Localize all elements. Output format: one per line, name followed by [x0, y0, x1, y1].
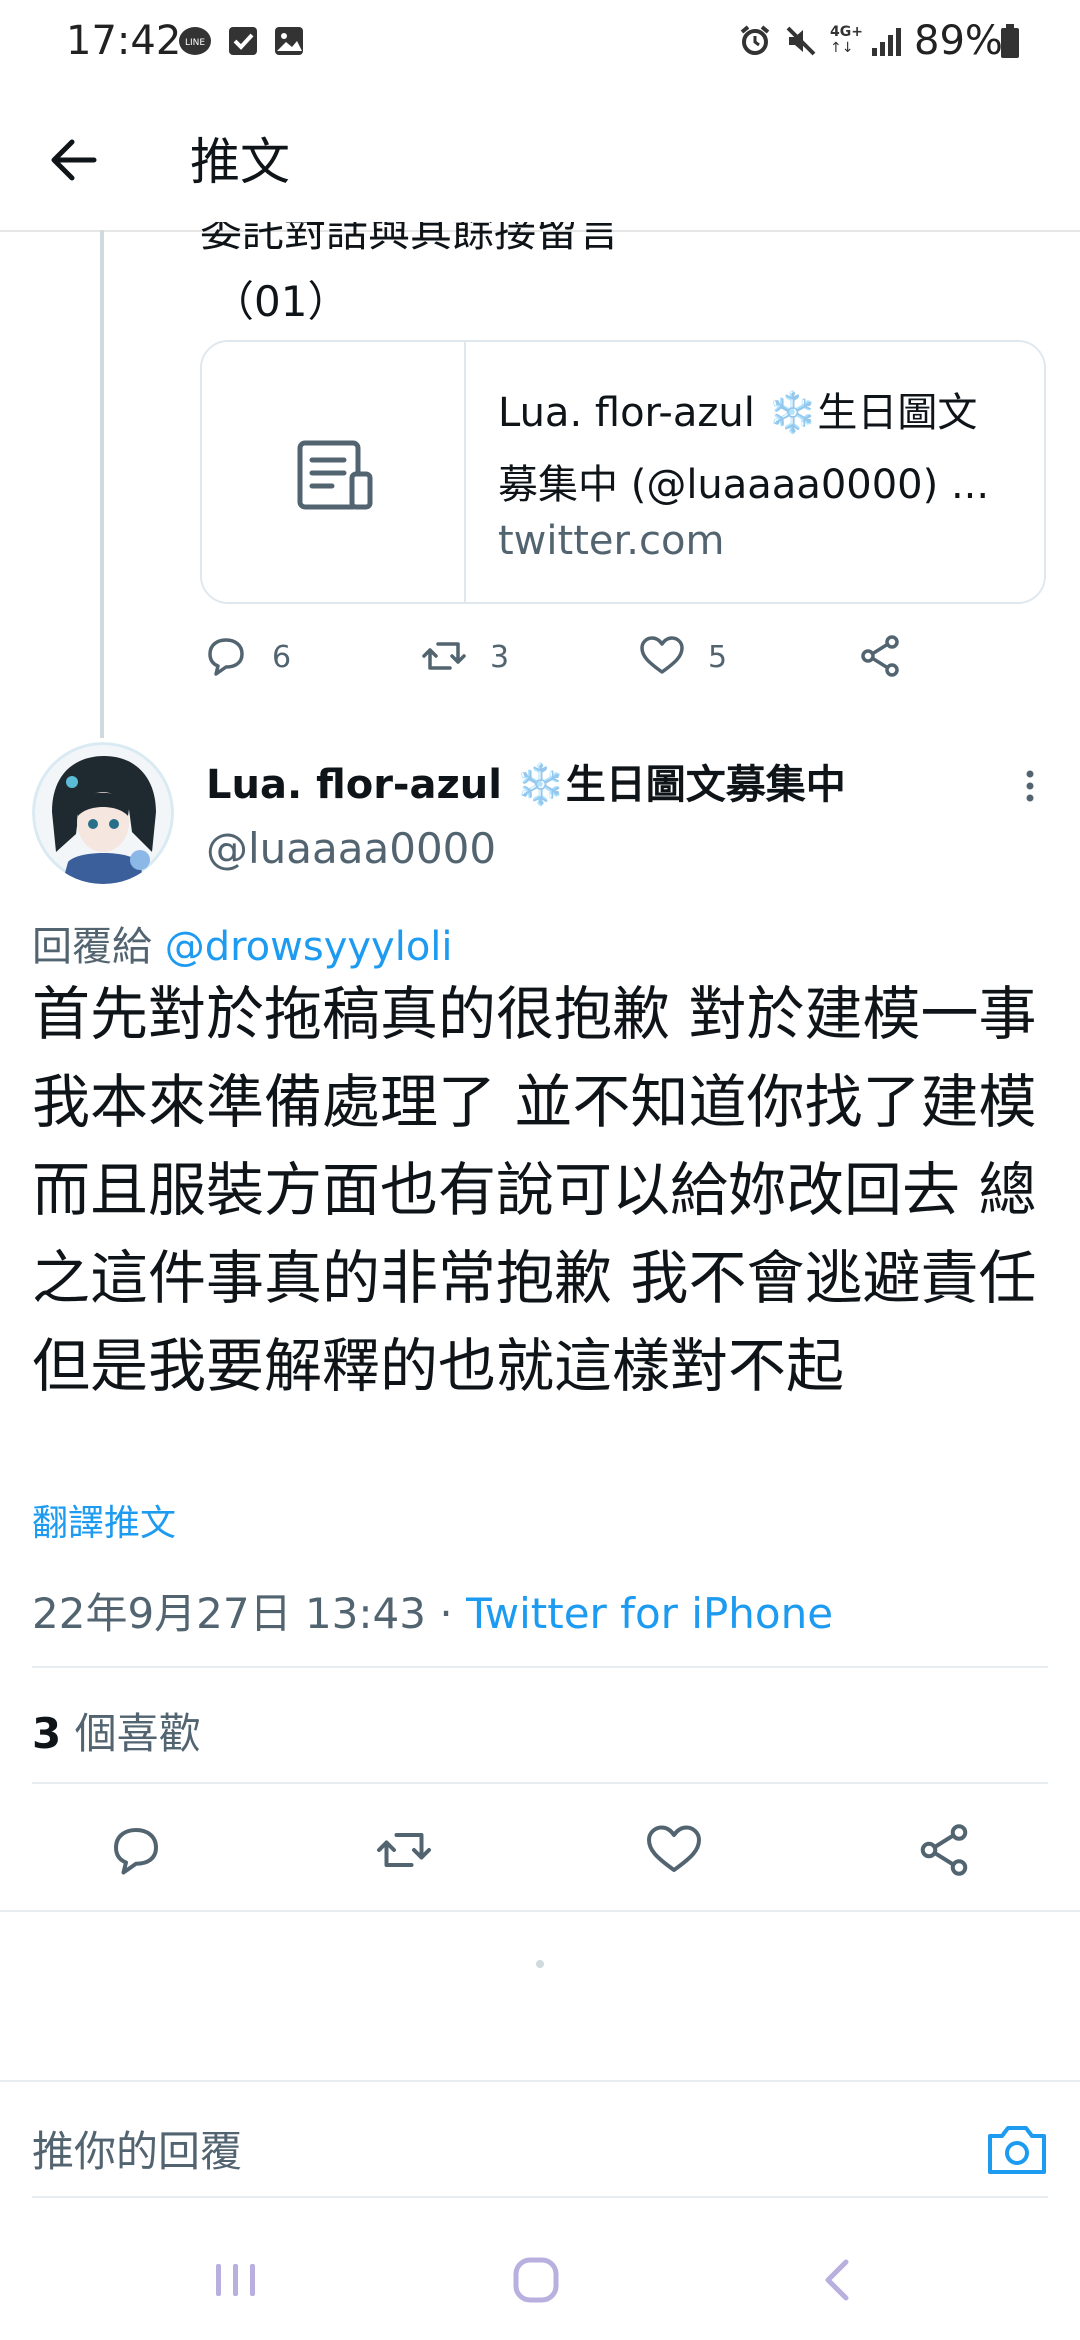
card-title-line2: 募集中 (@luaaaa0000) ... — [498, 462, 990, 508]
divider — [32, 1666, 1048, 1668]
gallery-notification-icon — [275, 27, 303, 55]
share-icon[interactable] — [914, 1820, 974, 1880]
network-4g-icon: 4G+ ↑↓ — [830, 24, 863, 56]
page-title: 推文 — [190, 133, 290, 191]
reply-to-line: 回覆給 @drowsyyyloli — [32, 914, 453, 972]
card-title-line1: Lua. flor-azul ❄️生日圖文 — [498, 390, 978, 436]
alarm-icon — [740, 25, 770, 55]
like-count: 5 — [708, 640, 728, 675]
likes-label: 個喜歡 — [61, 1709, 201, 1758]
link-preview-card[interactable]: Lua. flor-azul ❄️生日圖文 募集中 (@luaaaa0000) … — [200, 340, 1046, 604]
share-icon[interactable] — [856, 632, 904, 680]
retweet-count: 3 — [490, 640, 510, 675]
avatar[interactable] — [32, 742, 174, 884]
divider — [32, 2196, 1048, 2198]
tweet-metadata: 22年9月27日 13:43 · Twitter for iPhone — [32, 1580, 833, 1641]
card-domain: twitter.com — [498, 518, 725, 564]
signal-icon — [872, 28, 901, 56]
heart-icon[interactable] — [638, 632, 686, 680]
retweet-icon[interactable] — [374, 1820, 434, 1880]
previous-tweet-text: （01） — [212, 277, 350, 326]
heart-icon[interactable] — [644, 1820, 704, 1880]
retweet-icon[interactable] — [420, 632, 468, 680]
reply-count: 6 — [272, 640, 292, 675]
tweet-body: 首先對於拖稿真的很抱歉 對於建模一事我本來準備處理了 並不知道你找了建模 而且服… — [32, 980, 1037, 1400]
divider — [32, 1782, 1048, 1784]
back-arrow-icon[interactable] — [44, 130, 104, 190]
divider — [0, 2080, 1080, 2082]
reply-icon[interactable] — [106, 1820, 166, 1880]
checkbox-notification-icon — [229, 27, 257, 55]
status-time: 17:42 — [66, 18, 182, 64]
document-icon — [297, 440, 373, 510]
thread-connector-line — [100, 230, 104, 738]
likes-summary[interactable]: 3 個喜歡 — [32, 1700, 201, 1761]
likes-count: 3 — [32, 1709, 62, 1758]
tweet-source[interactable]: Twitter for iPhone — [466, 1589, 833, 1638]
divider — [0, 1910, 1080, 1912]
meta-separator: · — [426, 1589, 467, 1638]
line-app-icon: LINE — [179, 27, 211, 55]
battery-percent: 89% — [914, 18, 1003, 64]
svg-text:LINE: LINE — [185, 38, 205, 48]
more-options-icon[interactable] — [1010, 766, 1050, 806]
back-nav-icon[interactable] — [808, 2250, 868, 2310]
battery-icon — [1001, 24, 1019, 58]
status-bar: 17:42 LINE 4G+ ↑↓ 89% — [0, 0, 1080, 86]
mute-icon — [786, 26, 816, 56]
card-thumbnail — [202, 342, 466, 602]
reply-to-label: 回覆給 — [32, 924, 152, 970]
author-handle[interactable]: @luaaaa0000 — [206, 824, 496, 873]
reply-icon[interactable] — [202, 632, 250, 680]
reply-input[interactable]: 推你的回覆 — [32, 2118, 242, 2179]
translate-tweet-link[interactable]: 翻譯推文 — [32, 1494, 176, 1546]
recent-apps-icon[interactable] — [206, 2250, 266, 2310]
loading-indicator — [536, 1960, 544, 1968]
top-app-bar: 推文 — [0, 86, 1080, 232]
tweet-timestamp[interactable]: 22年9月27日 13:43 — [32, 1589, 426, 1638]
reply-to-mention[interactable]: @drowsyyyloli — [165, 924, 453, 970]
author-name[interactable]: Lua. flor-azul ❄️生日圖文募集中 — [206, 752, 846, 810]
home-icon[interactable] — [506, 2250, 566, 2310]
previous-tweet-text-cut: 委託對話與其餘接留言 — [200, 222, 621, 256]
camera-icon[interactable] — [984, 2116, 1050, 2182]
